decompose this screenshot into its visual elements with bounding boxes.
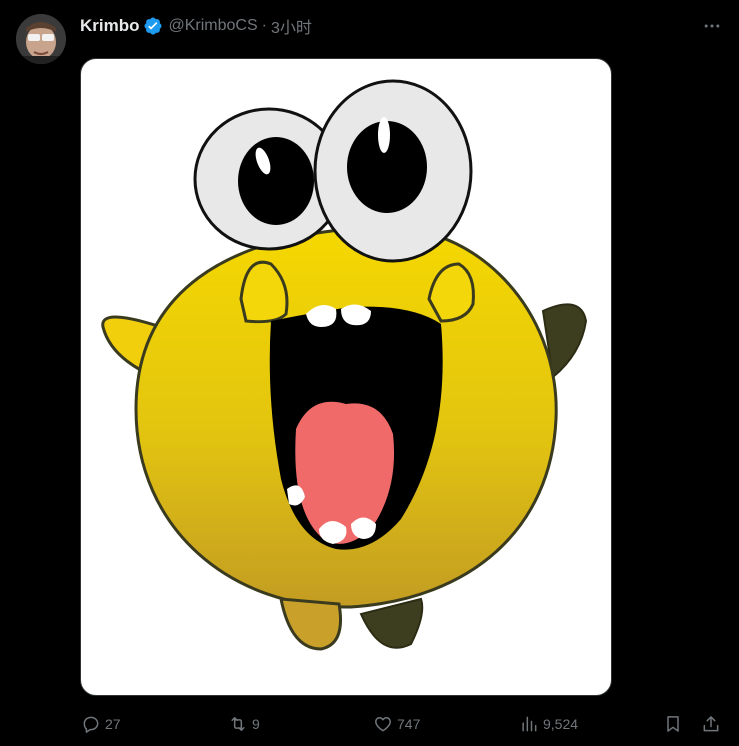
avatar[interactable] <box>16 14 66 64</box>
tweet-actions-bar: 27 9 747 9,524 <box>0 710 739 738</box>
reply-button[interactable]: 27 <box>80 710 121 738</box>
retweet-icon <box>227 713 249 735</box>
like-count: 747 <box>397 716 421 732</box>
verified-badge-icon[interactable] <box>143 16 163 36</box>
author-handle[interactable]: @KrimboCS <box>169 17 258 35</box>
more-button[interactable] <box>699 14 725 38</box>
retweet-button[interactable]: 9 <box>227 710 260 738</box>
reply-count: 27 <box>105 716 121 732</box>
share-icon <box>700 713 722 735</box>
bookmark-button[interactable] <box>662 710 687 738</box>
header-separator: · <box>261 17 267 34</box>
views-button[interactable]: 9,524 <box>518 710 578 738</box>
views-count: 9,524 <box>543 716 579 732</box>
author-display-name[interactable]: Krimbo <box>80 16 140 36</box>
tweet[interactable]: Krimbo @KrimboCS · 3小时 27 9 747 9,524 <box>0 0 739 746</box>
tweet-media-image[interactable] <box>80 58 612 696</box>
tweet-header: Krimbo @KrimboCS · 3小时 <box>80 14 312 38</box>
avatar-image <box>16 14 66 64</box>
like-button[interactable]: 747 <box>372 710 420 738</box>
bookmark-icon <box>662 713 684 735</box>
share-button[interactable] <box>700 710 725 738</box>
tweet-timestamp[interactable]: 3小时 <box>271 14 312 38</box>
more-horizontal-icon <box>704 24 720 28</box>
heart-icon <box>372 713 394 735</box>
retweet-count: 9 <box>252 716 260 732</box>
cartoon-creature-illustration <box>101 79 588 651</box>
reply-icon <box>80 713 102 735</box>
views-chart-icon <box>518 713 540 735</box>
